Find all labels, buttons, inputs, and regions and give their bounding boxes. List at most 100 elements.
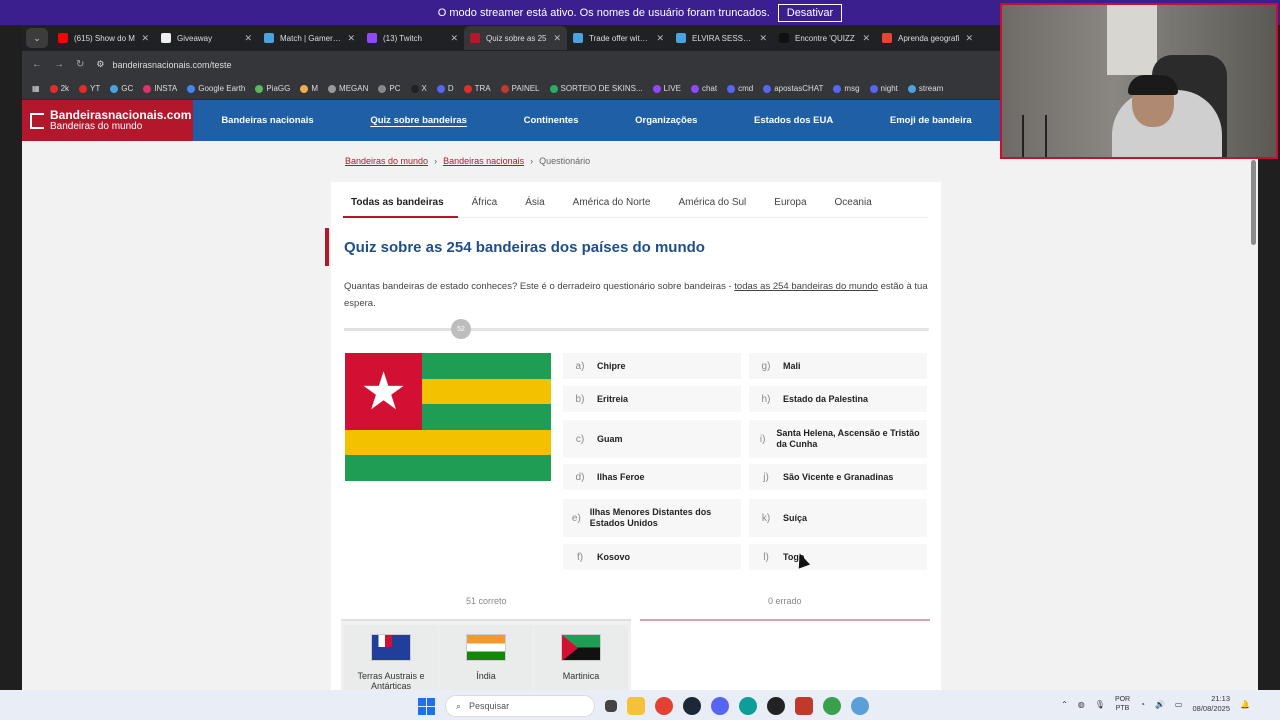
bookmark-item[interactable]: stream <box>907 84 943 93</box>
bookmark-item[interactable]: D <box>436 84 454 93</box>
bookmark-item[interactable]: M <box>300 84 318 93</box>
bookmark-item[interactable]: night <box>869 84 898 93</box>
site-logo[interactable]: Bandeirasnacionais.com Bandeiras do mund… <box>22 100 193 141</box>
globe-icon[interactable] <box>851 697 869 715</box>
browser-tab[interactable]: Quiz sobre as 25 ✕ <box>464 26 567 50</box>
tray-chevron-icon[interactable]: ⌃ <box>1061 700 1068 709</box>
all-flags-link[interactable]: todas as 254 bandeiras do mundo <box>734 281 878 292</box>
bookmark-item[interactable]: msg <box>833 84 860 93</box>
answer-option[interactable]: d) Ilhas Feroe <box>563 464 741 490</box>
breadcrumb-link-national-flags[interactable]: Bandeiras nacionais <box>443 156 524 166</box>
bookmark-item[interactable]: YT <box>79 84 100 93</box>
browser-tab[interactable]: Aprenda geografi ✕ <box>876 26 979 50</box>
nav-item[interactable]: Continentes <box>524 115 579 126</box>
steam-icon[interactable] <box>683 697 701 715</box>
discord-icon[interactable] <box>711 697 729 715</box>
chrome-icon[interactable] <box>655 697 673 715</box>
obs-icon[interactable] <box>767 697 785 715</box>
disable-streamer-button[interactable]: Desativar <box>777 3 843 22</box>
region-tab[interactable]: América do Norte <box>559 196 665 218</box>
bookmark-item[interactable]: chat <box>690 84 717 93</box>
close-tab-icon[interactable]: ✕ <box>965 33 973 44</box>
browser-tab[interactable]: Match | Gamers C ✕ <box>258 26 361 50</box>
nav-item[interactable]: Organizações <box>635 115 697 126</box>
bookmark-item[interactable]: GC <box>110 84 133 93</box>
browser-tab[interactable]: (615) Show do M ✕ <box>52 26 155 50</box>
app-icon[interactable] <box>795 697 813 715</box>
answer-option[interactable]: a) Chipre <box>563 353 741 379</box>
bookmark-item[interactable]: 2k <box>49 84 69 93</box>
language-indicator[interactable]: POR PTB <box>1115 695 1130 713</box>
bookmark-item[interactable]: cmd <box>727 84 753 93</box>
bookmark-item[interactable]: apostasCHAT <box>763 84 823 93</box>
browser-tab[interactable]: Encontre 'QUIZZ ✕ <box>773 26 876 50</box>
wifi-icon[interactable]: ◔ <box>1140 700 1145 709</box>
bookmark-item[interactable]: Google Earth <box>187 84 245 93</box>
close-tab-icon[interactable]: ✕ <box>862 33 870 44</box>
answer-option[interactable]: k) Suíça <box>749 499 927 537</box>
page-scrollbar[interactable] <box>1250 100 1258 690</box>
volume-icon[interactable]: 🔊 <box>1155 700 1165 709</box>
answer-option[interactable]: i) Santa Helena, Ascensão e Tristão da Cu… <box>749 420 927 458</box>
browser-tab[interactable]: (13) Twitch ✕ <box>361 26 464 50</box>
apps-grid-icon[interactable]: ▦ <box>32 84 40 93</box>
bookmark-item[interactable]: MEGAN <box>328 84 368 93</box>
site-info-icon[interactable]: ⚙ <box>96 59 104 70</box>
region-tab[interactable]: Ásia <box>511 196 558 218</box>
bookmark-favicon-icon <box>833 84 842 93</box>
network-icon[interactable]: ◍ <box>1078 700 1085 709</box>
breadcrumb-link-world-flags[interactable]: Bandeiras do mundo <box>345 156 428 166</box>
edge-icon[interactable] <box>739 697 757 715</box>
close-tab-icon[interactable]: ✕ <box>141 33 149 44</box>
answer-option[interactable]: l) Togo <box>749 544 927 570</box>
url-field[interactable]: ⚙ bandeirasnacionais.com/teste <box>96 59 231 70</box>
close-tab-icon[interactable]: ✕ <box>450 33 458 44</box>
chrome-profile-icon[interactable] <box>823 697 841 715</box>
bookmark-item[interactable]: LIVE <box>652 84 681 93</box>
back-icon[interactable]: ← <box>32 59 42 70</box>
taskbar-search[interactable]: ⌕ Pesquisar <box>445 695 595 717</box>
region-tab[interactable]: África <box>458 196 512 218</box>
close-tab-icon[interactable]: ✕ <box>347 33 355 44</box>
browser-tab[interactable]: ELVIRA SESSAO U ✕ <box>670 26 773 50</box>
bookmark-item[interactable]: PAINEL <box>500 84 540 93</box>
bookmark-item[interactable]: PC <box>378 84 401 93</box>
bookmark-item[interactable]: INSTA <box>143 84 177 93</box>
microphone-icon[interactable]: 🎙 <box>1095 700 1105 709</box>
region-tab[interactable]: América do Sul <box>664 196 760 218</box>
clock[interactable]: 21:13 08/08/2025 <box>1192 694 1230 714</box>
task-view-icon[interactable] <box>605 700 617 712</box>
windows-start-icon[interactable] <box>418 697 435 715</box>
file-explorer-icon[interactable] <box>627 697 645 715</box>
reload-icon[interactable]: ↻ <box>76 59 84 70</box>
bookmark-item[interactable]: SORTEIO DE SKINS... <box>549 84 643 93</box>
bookmark-item[interactable]: PiaGG <box>255 84 290 93</box>
answer-option[interactable]: f) Kosovo <box>563 544 741 570</box>
close-tab-icon[interactable]: ✕ <box>656 33 664 44</box>
notification-bell-icon[interactable]: 🔔 <box>1240 700 1250 709</box>
forward-icon[interactable]: → <box>54 59 64 70</box>
region-tab[interactable]: Todas as bandeiras <box>343 196 458 218</box>
scrollbar-thumb[interactable] <box>1251 160 1256 245</box>
browser-tab[interactable]: Giveaway ✕ <box>155 26 258 50</box>
bookmark-item[interactable]: TRA <box>463 84 491 93</box>
bookmark-item[interactable]: X <box>410 84 427 93</box>
answer-option[interactable]: j) São Vicente e Granadinas <box>749 464 927 490</box>
close-tab-icon[interactable]: ✕ <box>244 33 252 44</box>
answer-option[interactable]: g) Mali <box>749 353 927 379</box>
tab-list-button[interactable]: ⌄ <box>26 28 48 48</box>
browser-tab[interactable]: Trade offer with D ✕ <box>567 26 670 50</box>
answer-option[interactable]: h) Estado da Palestina <box>749 386 927 412</box>
nav-item[interactable]: Quiz sobre bandeiras <box>370 115 467 126</box>
nav-item[interactable]: Emoji de bandeira <box>890 115 972 126</box>
region-tab[interactable]: Oceania <box>821 196 886 218</box>
answer-option[interactable]: c) Guam <box>563 420 741 458</box>
close-tab-icon[interactable]: ✕ <box>553 33 561 44</box>
nav-item[interactable]: Estados dos EUA <box>754 115 833 126</box>
nav-item[interactable]: Bandeiras nacionais <box>221 115 313 126</box>
battery-icon[interactable]: ▭ <box>1175 700 1183 709</box>
answer-option[interactable]: b) Eritreia <box>563 386 741 412</box>
close-tab-icon[interactable]: ✕ <box>759 33 767 44</box>
answer-option[interactable]: e) Ilhas Menores Distantes dos Estados Un… <box>563 499 741 537</box>
region-tab[interactable]: Europa <box>760 196 820 218</box>
